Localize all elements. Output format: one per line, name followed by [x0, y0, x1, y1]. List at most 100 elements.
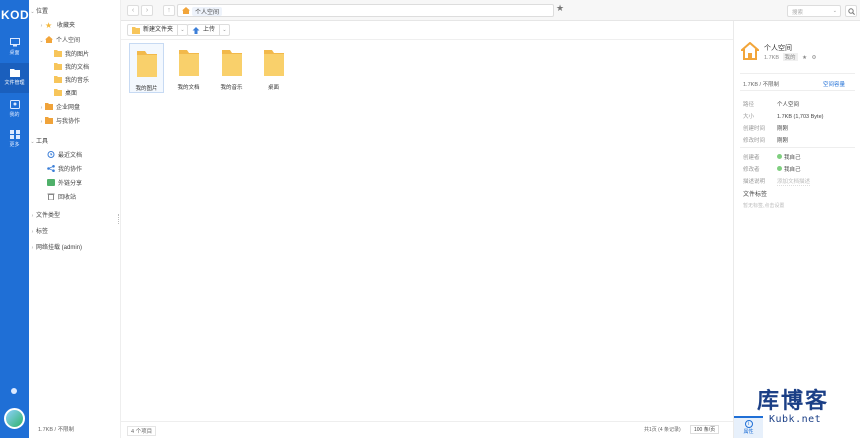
- folder-name: 我的文档: [177, 85, 200, 91]
- star-icon[interactable]: ★: [802, 55, 807, 61]
- tree-item-favorites[interactable]: › ★ 收藏夹: [29, 20, 121, 33]
- trash-icon: [47, 193, 55, 200]
- rail-item-desktop[interactable]: 桌面: [0, 33, 29, 63]
- upload-button[interactable]: 上传 ⌄: [187, 24, 231, 36]
- chevron-down-icon: ⌄: [30, 9, 35, 15]
- chevron-right-icon: ›: [31, 245, 34, 251]
- info-icon: i: [744, 420, 753, 428]
- sidebar-resize-handle[interactable]: [118, 214, 120, 224]
- rail-item-more[interactable]: 更多: [0, 125, 29, 155]
- folder-icon: [54, 63, 62, 70]
- address-bar[interactable]: 个人空间: [177, 4, 554, 17]
- user-icon: [9, 100, 20, 109]
- search-input[interactable]: 搜索 ⌄: [787, 5, 841, 17]
- per-page-select[interactable]: 100 条/页: [690, 425, 720, 434]
- file-grid[interactable]: 我的图片 我的文档 我的音乐 桌面: [121, 40, 733, 420]
- chevron-right-icon: ›: [40, 23, 43, 29]
- rail-item-file-manager[interactable]: 文件管理: [0, 63, 29, 93]
- upload-icon: [192, 27, 200, 34]
- properties-panel: 个人空间 1.7KB 我的 ★ ⚙ 1.7KB / 不限制 空间容量 路径 个人空…: [733, 21, 860, 438]
- quota-text: 1.7KB / 不限制: [743, 82, 780, 88]
- folder-icon: [54, 76, 62, 83]
- tree-section-location[interactable]: ⌄位置: [29, 6, 121, 19]
- chevron-down-icon[interactable]: ⌄: [833, 8, 837, 14]
- quota-link[interactable]: 空间容量: [823, 80, 845, 88]
- folder-icon: [45, 117, 53, 124]
- link-icon: [47, 179, 55, 186]
- tree-item-external-share[interactable]: 外链分享: [29, 178, 121, 191]
- search-button[interactable]: [845, 5, 857, 17]
- chevron-down-icon: ⌄: [39, 38, 44, 44]
- prop-description[interactable]: 描述说明 添加文档描述: [743, 177, 858, 186]
- search-placeholder: 搜索: [792, 10, 804, 16]
- rail-item-mine[interactable]: 我的: [0, 95, 29, 125]
- settings-icon[interactable]: ⚙: [812, 55, 817, 61]
- folder-icon: [136, 51, 157, 77]
- notification-icon[interactable]: [11, 388, 17, 394]
- chevron-down-icon[interactable]: ⌄: [219, 25, 229, 35]
- tree-section-tools[interactable]: ⌄工具: [29, 136, 121, 149]
- chevron-down-icon[interactable]: ⌄: [177, 25, 187, 35]
- tree-item-recent-docs[interactable]: 最近文档: [29, 150, 121, 163]
- permission-badge: 我的: [782, 53, 798, 61]
- description-input[interactable]: 添加文档描述: [777, 179, 811, 186]
- folder-tree: ⌄位置 › ★ 收藏夹 ⌄ 个人空间 我的图片 我的文档 我的音乐 桌面 › 企业网盘 …: [29, 0, 121, 438]
- folder-icon: [178, 50, 199, 76]
- rail-label: 我的: [9, 112, 20, 118]
- desktop-icon: [9, 38, 20, 47]
- star-icon: ★: [45, 21, 53, 30]
- prop-creator: 创建者 我自己: [743, 154, 801, 161]
- folder-icon: [263, 50, 284, 76]
- avatar[interactable]: [4, 408, 25, 429]
- chevron-right-icon: ›: [31, 213, 34, 219]
- app-logo[interactable]: KOD: [1, 8, 29, 22]
- tree-item-my-collab[interactable]: 我的协作: [29, 164, 121, 177]
- folder-item[interactable]: 我的图片: [129, 43, 164, 93]
- breadcrumb-personal-space[interactable]: 个人空间: [192, 7, 223, 16]
- watermark-cn: 库博客: [757, 388, 830, 414]
- tree-item-shared-with-me[interactable]: › 与我协作: [29, 116, 121, 129]
- pagination-info: 共1页 (4 条记录): [644, 427, 681, 433]
- back-button[interactable]: ‹: [127, 5, 139, 16]
- prop-size: 大小 1.7KB (1,703 Byte): [743, 114, 824, 120]
- properties-tab[interactable]: i 属性: [734, 416, 763, 438]
- avatar: [777, 154, 782, 159]
- divider: [740, 90, 855, 91]
- folder-icon: [9, 69, 20, 77]
- panel-title: 个人空间: [764, 45, 792, 52]
- tree-section-network-mount[interactable]: › 网络挂载 (admin): [29, 242, 121, 255]
- prop-modifier: 修改者 我自己: [743, 166, 801, 173]
- tree-item-enterprise-disk[interactable]: › 企业网盘: [29, 102, 121, 115]
- tree-item-my-music[interactable]: 我的音乐: [29, 75, 121, 88]
- divider: [740, 73, 855, 74]
- folder-name: 桌面: [267, 85, 279, 91]
- tree-item-personal-space[interactable]: ⌄ 个人空间: [29, 35, 121, 48]
- favorite-star-icon[interactable]: ★: [556, 3, 564, 14]
- chevron-right-icon: ›: [40, 105, 43, 111]
- up-button[interactable]: ↑: [163, 5, 175, 16]
- chevron-right-icon: ›: [40, 119, 43, 125]
- forward-button[interactable]: ›: [141, 5, 153, 16]
- divider: [740, 147, 855, 148]
- panel-subtitle: 1.7KB 我的 ★ ⚙: [764, 53, 816, 61]
- tree-item-desktop[interactable]: 桌面: [29, 88, 121, 101]
- share-icon: [47, 165, 55, 172]
- tree-item-recycle-bin[interactable]: 回收站: [29, 192, 121, 205]
- folder-item[interactable]: 我的文档: [171, 43, 206, 93]
- tree-section-tags[interactable]: › 标签: [29, 226, 121, 239]
- chevron-right-icon: ›: [31, 229, 34, 235]
- folder-plus-icon: [132, 27, 140, 34]
- folder-name: 我的音乐: [220, 85, 243, 91]
- new-folder-button[interactable]: 新建文件夹 ⌄: [127, 24, 189, 36]
- folder-icon: [54, 50, 62, 57]
- watermark-en: Kubk.net: [769, 414, 822, 425]
- tree-item-my-documents[interactable]: 我的文档: [29, 62, 121, 75]
- rail-label: 更多: [9, 142, 20, 148]
- tree-item-my-pictures[interactable]: 我的图片: [29, 49, 121, 62]
- search-icon: [848, 8, 855, 15]
- tree-section-file-types[interactable]: › 文件类型: [29, 210, 121, 223]
- file-tags-empty[interactable]: 暂无标签,点击设置: [743, 202, 784, 209]
- folder-item[interactable]: 我的音乐: [214, 43, 249, 93]
- folder-item[interactable]: 桌面: [256, 43, 291, 93]
- panel-size: 1.7KB: [764, 55, 779, 61]
